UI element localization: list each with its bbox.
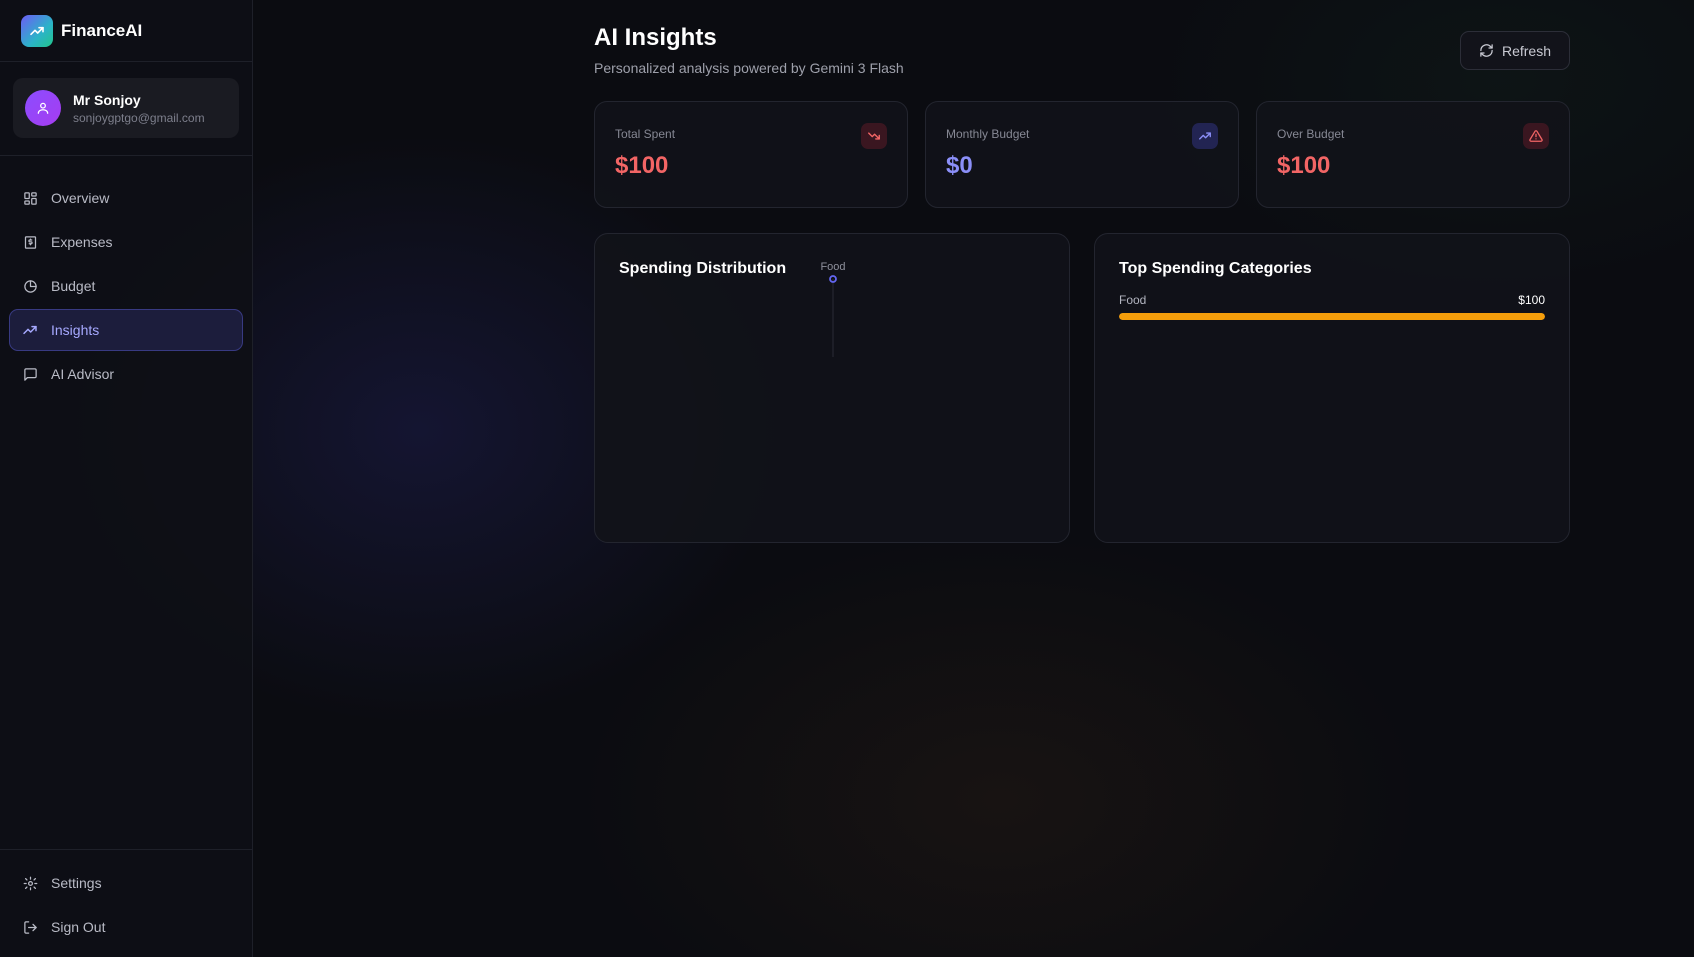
sidebar-item-label: Budget [51,278,96,294]
log-out-icon [22,919,38,935]
category-amount: $100 [1518,293,1545,307]
category-row: Food $100 [1119,293,1545,320]
category-name: Food [1119,293,1147,307]
sidebar-item-label: Expenses [51,234,113,250]
sidebar-item-overview[interactable]: Overview [9,177,243,219]
spending-distribution-panel: Spending Distribution Food [594,233,1070,543]
message-square-icon [22,366,38,382]
trending-up-icon [1192,123,1218,149]
user-card[interactable]: Mr Sonjoy sonjoygptgo@gmail.com [13,78,239,138]
sidebar-item-label: Insights [51,322,100,338]
page-title: AI Insights [594,24,717,51]
refresh-label: Refresh [1501,42,1552,59]
sidebar-item-ai-advisor[interactable]: AI Advisor [9,353,243,395]
brand[interactable]: FinanceAI [0,0,252,62]
page-header: AI Insights Personalized analysis powere… [594,24,1570,76]
avatar [25,90,61,126]
radar-axis-label: Food [820,261,845,273]
stat-value: $0 [946,152,973,179]
pie-chart-icon [22,278,38,294]
sidebar-item-label: Settings [51,875,102,891]
receipt-icon [22,234,38,250]
app-name: FinanceAI [61,20,143,40]
sidebar-item-settings[interactable]: Settings [9,862,244,904]
trending-up-icon [21,14,53,47]
main-content: AI Insights Personalized analysis powere… [594,24,1570,543]
main-nav: Overview Expenses Budget Insights AI Adv… [0,156,252,395]
top-spending-categories-panel: Top Spending Categories Food $100 [1094,233,1570,543]
panels-row: Spending Distribution Food Top Spending … [594,233,1570,543]
stat-value: $100 [615,152,669,179]
sidebar-item-label: Overview [51,190,110,206]
sidebar: FinanceAI Mr Sonjoy sonjoygptgo@gmail.co… [0,0,253,957]
layout-grid-icon [22,190,38,206]
stats-row: Total Spent $100 Monthly Budget $0 Over … [594,101,1570,208]
alert-triangle-icon [1523,123,1549,149]
sign-out-button[interactable]: Sign Out [9,906,244,948]
page-subtitle: Personalized analysis powered by Gemini … [594,60,904,76]
user-name: Mr Sonjoy [73,91,141,108]
stat-value: $100 [1277,152,1331,179]
spending-distribution-chart: Food [820,261,846,357]
user-email: sonjoygptgo@gmail.com [73,110,205,125]
sidebar-item-label: Sign Out [51,919,106,935]
sidebar-item-expenses[interactable]: Expenses [9,221,243,263]
user-icon [37,102,49,114]
refresh-button[interactable]: Refresh [1460,31,1570,70]
stat-card-over-budget: Over Budget $100 [1256,101,1570,208]
sidebar-item-label: AI Advisor [51,366,115,382]
stat-card-total-spent: Total Spent $100 [594,101,908,208]
category-bar-track [1119,313,1545,320]
panel-title: Top Spending Categories [1119,260,1312,277]
trending-up-icon [22,322,38,338]
stat-card-monthly-budget: Monthly Budget $0 [925,101,1239,208]
refresh-icon [1480,44,1493,57]
gear-icon [22,875,38,891]
sidebar-item-insights[interactable]: Insights [9,309,243,351]
sidebar-item-budget[interactable]: Budget [9,265,243,307]
category-bar-fill [1119,313,1545,320]
trending-down-icon [861,123,887,149]
sidebar-footer: Settings Sign Out [0,849,253,957]
